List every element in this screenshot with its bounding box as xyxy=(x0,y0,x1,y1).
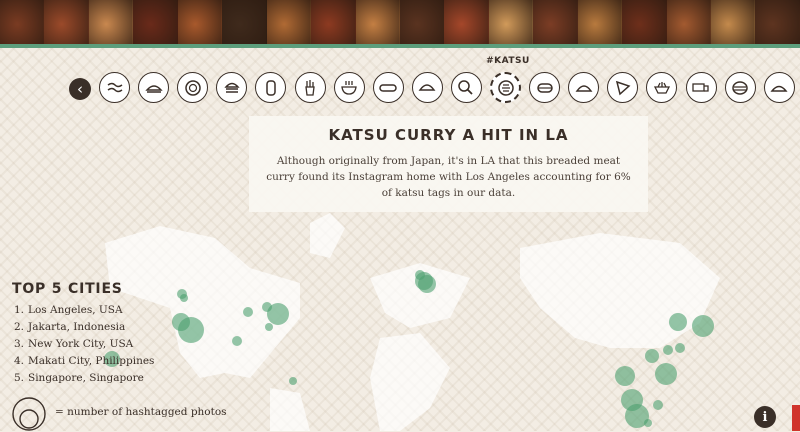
food-photo xyxy=(444,0,489,44)
top-cities-title: TOP 5 CITIES xyxy=(12,281,123,297)
city-bubble[interactable] xyxy=(265,323,273,331)
food-photo xyxy=(711,0,756,44)
food-photo xyxy=(133,0,178,44)
hotdog-icon[interactable] xyxy=(372,72,404,103)
story-text: Although originally from Japan, it's in … xyxy=(266,155,631,199)
food-photo xyxy=(533,0,578,44)
bubble-size-legend-icon xyxy=(12,397,46,431)
city-bubble[interactable] xyxy=(675,343,685,353)
sandwich-icon[interactable] xyxy=(138,72,170,103)
city-bubble[interactable] xyxy=(232,336,242,346)
food-photo xyxy=(399,0,445,44)
list-item: 2. Jakarta, Indonesia xyxy=(14,321,126,333)
city-bubble[interactable] xyxy=(180,294,188,302)
city-bubble[interactable] xyxy=(655,363,677,385)
katsu-icon[interactable] xyxy=(490,72,521,103)
city-bubble[interactable] xyxy=(615,366,635,386)
food-truck-icon[interactable] xyxy=(685,72,717,103)
story-card: KATSU CURRY A HIT IN LA Although origina… xyxy=(249,116,648,212)
ramen-icon[interactable] xyxy=(333,72,365,103)
active-hashtag-label: #KATSU xyxy=(486,56,530,66)
list-item: 4. Makati City, Philippines xyxy=(14,355,155,367)
food-photo xyxy=(177,0,223,44)
city-bubble[interactable] xyxy=(267,303,289,325)
previous-arrow-button[interactable]: ‹ xyxy=(69,78,91,100)
legend-label: = number of hashtagged photos xyxy=(55,406,227,418)
food-photo xyxy=(0,0,45,44)
list-item: 3. New York City, USA xyxy=(14,338,134,350)
food-photo xyxy=(222,0,267,44)
top-cities-list: 1. Los Angeles, USA 2. Jakarta, Indonesia … xyxy=(14,302,154,387)
food-photo xyxy=(755,0,800,44)
food-photo-strip xyxy=(0,0,800,44)
city-bubble[interactable] xyxy=(645,349,659,363)
food-photo xyxy=(266,0,312,44)
accent-divider xyxy=(0,44,800,48)
side-tab[interactable] xyxy=(792,405,800,431)
dumpling-icon[interactable] xyxy=(568,72,600,103)
food-photo xyxy=(577,0,623,44)
list-item: 5. Singapore, Singapore xyxy=(14,372,144,384)
food-photo xyxy=(622,0,667,44)
city-bubble[interactable] xyxy=(653,400,663,410)
food-photo xyxy=(666,0,711,44)
food-photo xyxy=(88,0,134,44)
food-photo xyxy=(488,0,534,44)
city-bubble[interactable] xyxy=(178,317,204,343)
list-item: 1. Los Angeles, USA xyxy=(14,304,123,316)
city-bubble[interactable] xyxy=(418,275,436,293)
gyoza-icon[interactable] xyxy=(763,72,795,103)
bacon-icon[interactable] xyxy=(99,72,130,103)
city-bubble[interactable] xyxy=(289,377,297,385)
city-bubble[interactable] xyxy=(669,313,687,331)
story-title: KATSU CURRY A HIT IN LA xyxy=(328,126,569,144)
city-bubble[interactable] xyxy=(692,315,714,337)
info-button[interactable]: i xyxy=(754,406,776,428)
macaron-icon[interactable] xyxy=(529,72,561,103)
city-bubble[interactable] xyxy=(243,307,253,317)
empanada-icon[interactable] xyxy=(411,72,443,103)
city-bubble[interactable] xyxy=(644,419,652,427)
sushi-icon[interactable] xyxy=(724,72,756,103)
city-bubble[interactable] xyxy=(663,345,673,355)
food-photo xyxy=(355,0,400,44)
plate-icon[interactable] xyxy=(177,72,209,103)
drumstick-icon[interactable] xyxy=(450,72,482,103)
food-photo xyxy=(311,0,356,44)
food-photo xyxy=(44,0,89,44)
fries-icon[interactable] xyxy=(294,72,326,103)
